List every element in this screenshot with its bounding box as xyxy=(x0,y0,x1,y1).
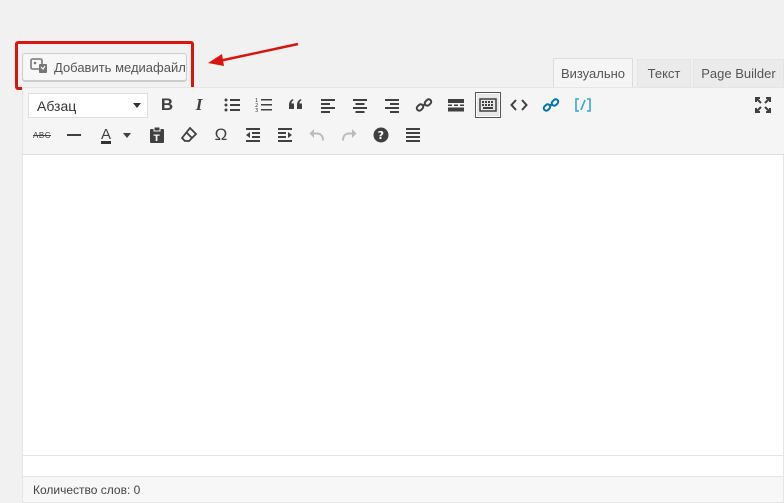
bold-button[interactable]: B xyxy=(154,92,180,118)
indent-button[interactable] xyxy=(272,122,298,148)
editor-content-area[interactable] xyxy=(23,155,783,455)
fullscreen-icon xyxy=(755,97,771,113)
toolbar-toggle-icon xyxy=(479,98,497,112)
link-alt-button[interactable] xyxy=(538,92,564,118)
tab-text-label: Текст xyxy=(647,66,681,81)
paste-text-icon: T xyxy=(150,126,164,144)
outdent-icon xyxy=(246,128,260,142)
read-more-button[interactable] xyxy=(443,92,469,118)
annotation-arrow xyxy=(208,42,299,66)
fullscreen-button[interactable] xyxy=(750,92,776,118)
tab-page-builder-label: Page Builder xyxy=(701,66,776,81)
blockquote-icon xyxy=(289,99,302,109)
align-left-icon xyxy=(321,99,335,113)
special-character-button[interactable]: Ω xyxy=(208,122,234,148)
justify-icon xyxy=(406,128,420,142)
format-select-value: Абзац xyxy=(37,97,77,114)
indent-icon xyxy=(278,128,292,142)
align-right-icon xyxy=(385,99,399,113)
numbered-list-button[interactable]: 123 xyxy=(251,92,277,118)
align-left-button[interactable] xyxy=(315,92,341,118)
help-icon: ? xyxy=(373,127,389,143)
italic-button[interactable]: I xyxy=(186,92,212,118)
align-right-button[interactable] xyxy=(379,92,405,118)
redo-button[interactable] xyxy=(336,122,362,148)
link-icon xyxy=(415,98,433,112)
link-button[interactable] xyxy=(411,92,437,118)
special-character-icon: Ω xyxy=(214,125,228,144)
shortcode-icon xyxy=(575,98,591,112)
word-count-text: Количество слов: 0 xyxy=(33,483,141,497)
paste-text-button[interactable]: T xyxy=(144,122,170,148)
read-more-icon xyxy=(448,99,464,112)
chevron-down-icon[interactable] xyxy=(123,133,131,138)
svg-text:T: T xyxy=(154,134,161,144)
word-count: Количество слов: 0 xyxy=(23,476,783,502)
highlight-box xyxy=(15,41,194,90)
horizontal-line-icon xyxy=(67,134,81,136)
numbered-list-icon: 123 xyxy=(255,98,272,114)
bullet-list-button[interactable] xyxy=(219,92,245,118)
tab-text[interactable]: Текст xyxy=(637,59,691,87)
horizontal-line-button[interactable] xyxy=(61,122,87,148)
svg-text:?: ? xyxy=(378,129,384,142)
bold-icon: B xyxy=(160,95,174,114)
tab-visual[interactable]: Визуально xyxy=(553,58,633,88)
link-alt-icon xyxy=(542,98,560,112)
clear-formatting-icon xyxy=(180,126,198,142)
help-button[interactable]: ? xyxy=(368,122,394,148)
toolbar-toggle-button[interactable] xyxy=(475,92,501,118)
text-color-icon: A xyxy=(100,126,111,143)
tab-page-builder[interactable]: Page Builder xyxy=(693,59,784,87)
format-select[interactable]: Абзац xyxy=(28,93,148,118)
code-icon xyxy=(510,99,528,111)
undo-icon xyxy=(309,129,324,141)
text-color-button[interactable]: A xyxy=(93,122,119,148)
align-center-icon xyxy=(353,99,367,113)
outdent-button[interactable] xyxy=(240,122,266,148)
shortcode-button[interactable] xyxy=(570,92,596,118)
bullet-list-icon xyxy=(224,98,240,112)
blockquote-button[interactable] xyxy=(283,92,309,118)
align-center-button[interactable] xyxy=(347,92,373,118)
clear-formatting-button[interactable] xyxy=(176,122,202,148)
strikethrough-button[interactable]: ABC xyxy=(29,122,55,148)
tab-visual-label: Визуально xyxy=(560,66,626,81)
undo-button[interactable] xyxy=(304,122,330,148)
svg-text:3: 3 xyxy=(255,108,258,114)
chevron-down-icon xyxy=(133,103,141,108)
redo-icon xyxy=(342,129,357,141)
code-button[interactable] xyxy=(506,92,532,118)
justify-button[interactable] xyxy=(400,122,426,148)
italic-icon: I xyxy=(195,95,203,114)
editor-resize-bar[interactable] xyxy=(23,455,783,476)
strikethrough-icon: ABC xyxy=(33,130,51,140)
